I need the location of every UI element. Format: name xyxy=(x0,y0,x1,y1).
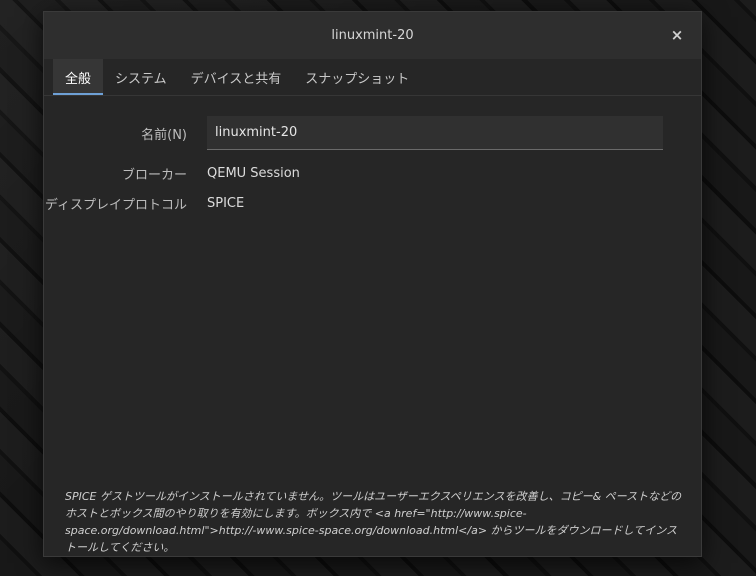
tab-bar: 全般 システム デバイスと共有 スナップショット xyxy=(44,59,701,96)
protocol-row: ディスプレイプロトコル SPICE xyxy=(44,194,244,213)
properties-window: linuxmint-20 × 全般 システム デバイスと共有 スナップショット … xyxy=(43,11,702,557)
window-title: linuxmint-20 xyxy=(331,28,414,43)
close-icon[interactable]: × xyxy=(667,25,687,45)
broker-row: ブローカー QEMU Session xyxy=(44,164,300,183)
name-input[interactable] xyxy=(207,116,663,150)
tab-devices-sharing[interactable]: デバイスと共有 xyxy=(179,59,294,95)
name-row: 名前(N) xyxy=(44,116,663,150)
protocol-label: ディスプレイプロトコル xyxy=(44,198,187,213)
tab-devices-sharing-label: デバイスと共有 xyxy=(190,71,282,87)
tab-general[interactable]: 全般 xyxy=(53,59,104,95)
spice-tools-notice: SPICE ゲストツールがインストールされていません。ツールはユーザーエクスペリ… xyxy=(65,490,682,554)
broker-value: QEMU Session xyxy=(207,166,300,181)
tab-general-label: 全般 xyxy=(65,71,92,87)
tab-system-label: システム xyxy=(115,71,167,87)
protocol-value: SPICE xyxy=(207,196,245,211)
general-panel: 名前(N) ブローカー QEMU Session ディスプレイプロトコル SPI… xyxy=(44,96,701,556)
name-label: 名前(N) xyxy=(141,127,187,143)
tab-system[interactable]: システム xyxy=(103,59,179,95)
titlebar[interactable]: linuxmint-20 × xyxy=(44,12,701,59)
broker-label: ブローカー xyxy=(121,168,187,183)
tab-snapshots-label: スナップショット xyxy=(305,71,410,87)
tab-snapshots[interactable]: スナップショット xyxy=(293,59,421,95)
